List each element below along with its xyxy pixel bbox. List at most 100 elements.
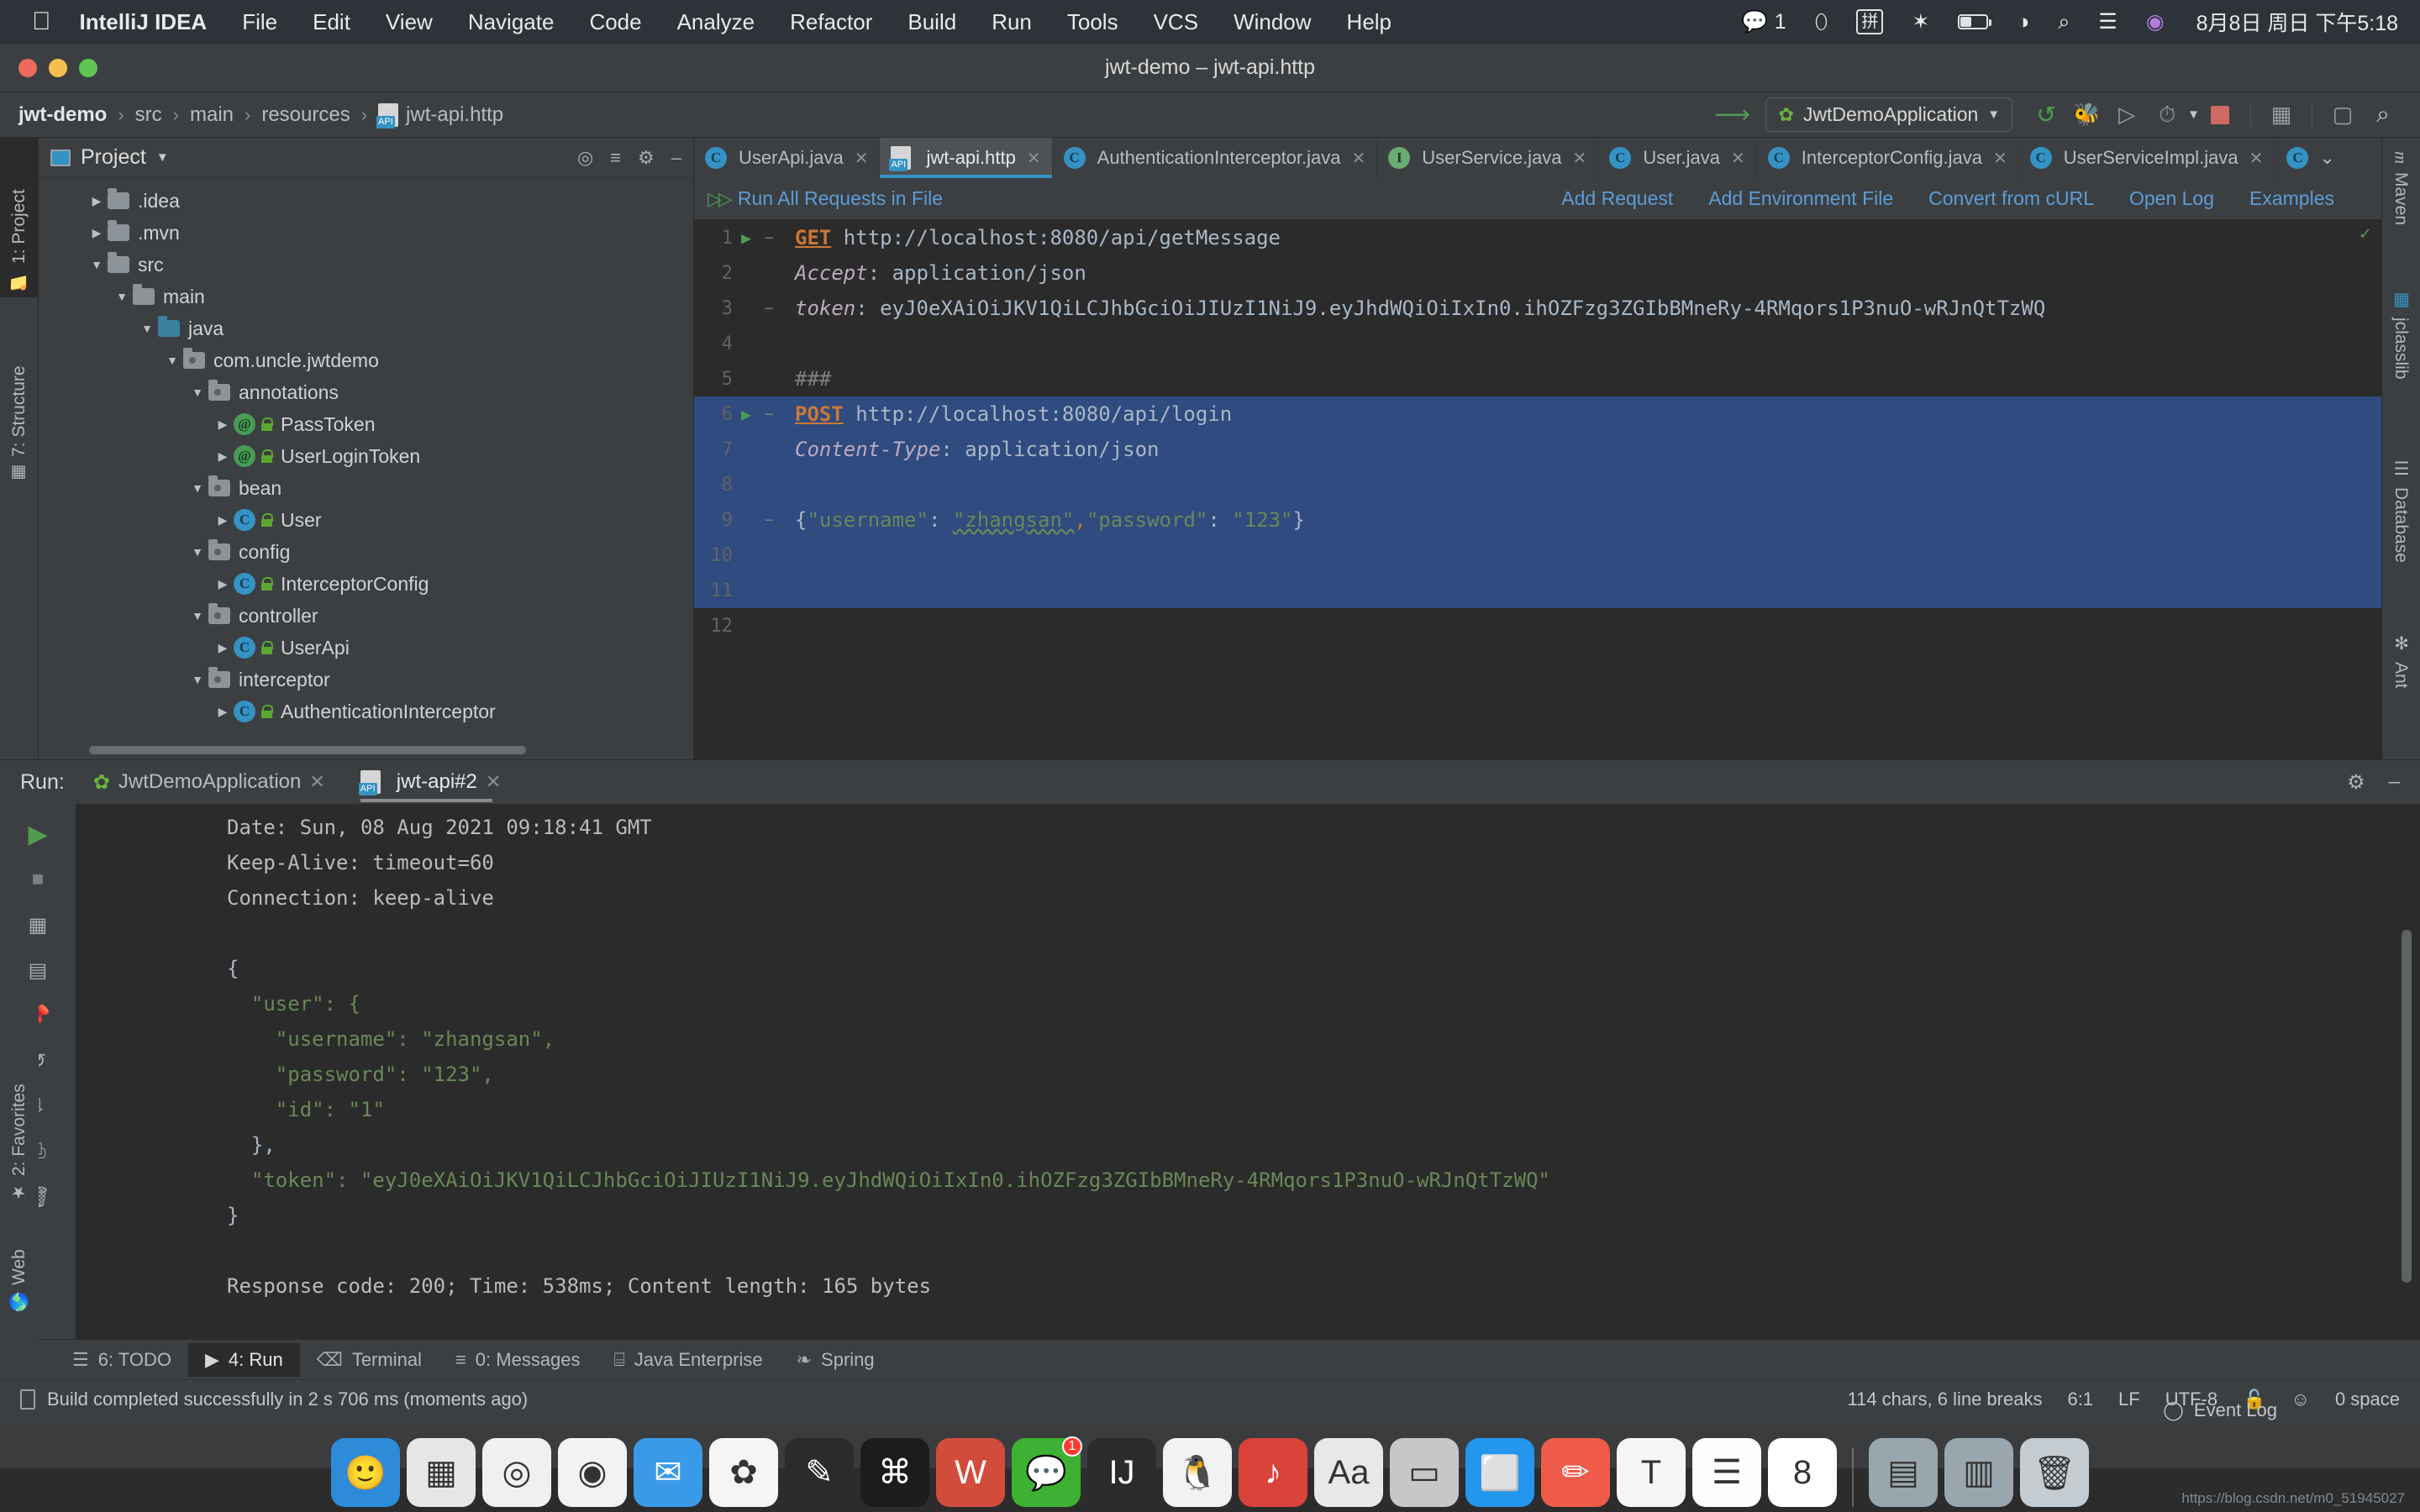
minimize-window-button[interactable] (49, 58, 67, 77)
tree-node-config[interactable]: ▼ config (39, 536, 693, 568)
dock-item-docker[interactable]: ⬜ (1465, 1438, 1534, 1507)
tree-node--idea[interactable]: ▶ .idea (39, 185, 693, 217)
hide-icon[interactable]: ‒ (2389, 770, 2400, 794)
bottom-tab-terminal[interactable]: ⌫ Terminal (300, 1343, 439, 1377)
zoom-window-button[interactable] (79, 58, 97, 77)
code-line[interactable]: 3− token: eyJ0eXAiOiJKV1QiLCJhbGciOiJIUzI… (694, 291, 2381, 326)
console-scrollbar[interactable] (2402, 930, 2412, 1283)
fold-icon[interactable]: − (765, 512, 778, 529)
chevron-down-icon[interactable]: ▼ (187, 545, 208, 559)
menu-item-help[interactable]: Help (1347, 9, 1392, 35)
battery-icon[interactable] (1958, 14, 1992, 29)
tree-node-annotations[interactable]: ▼ annotations (39, 376, 693, 408)
chevron-down-icon[interactable]: ▼ (2187, 108, 2200, 122)
dock-item-wps[interactable]: W (936, 1438, 1005, 1507)
caret-position[interactable]: 6:1 (2067, 1389, 2093, 1410)
editor-tab-userapi-java[interactable]: C UserApi.java ✕ (694, 138, 881, 178)
editor-tab-interceptorconfig-java[interactable]: C InterceptorConfig.java ✕ (1757, 138, 2019, 178)
breadcrumb-resources[interactable]: resources (261, 103, 350, 127)
tree-node-interceptor[interactable]: ▼ interceptor (39, 664, 693, 696)
menu-item-run[interactable]: Run (992, 9, 1032, 35)
settings-gear-icon[interactable]: ⚙ (638, 147, 655, 169)
macos-dock[interactable]: 🙂 ▦ ◎ ◉ ✉ ✿ ✎ ⌘ W 💬 1 IJ 🐧 ♪ Aa ▭ ⬜ ✏ T ☰ 8 ▤ ▥ 🗑 (0, 1425, 2420, 1512)
open-log-link[interactable]: Open Log (2129, 187, 2214, 210)
menu-item-view[interactable]: View (386, 9, 433, 35)
dock-item-marker[interactable]: ✏ (1541, 1438, 1610, 1507)
menu-bar-clock[interactable]: 8月8日 周日 下午5:18 (2196, 7, 2398, 37)
editor-tab-userserviceimpl-java[interactable]: C UserServiceImpl.java ✕ (2019, 138, 2275, 178)
rerun-icon[interactable]: ↺ (2032, 101, 2060, 129)
chevron-down-icon[interactable]: ▼ (156, 150, 169, 165)
menu-item-tools[interactable]: Tools (1067, 9, 1118, 35)
close-icon[interactable]: ✕ (855, 148, 869, 169)
dock-item-sketch[interactable]: ✎ (785, 1438, 854, 1507)
dock-item-launchpad[interactable]: ▦ (407, 1438, 476, 1507)
dock-item-typora[interactable]: T (1617, 1438, 1686, 1507)
dock-item-finder[interactable]: 🙂 (331, 1438, 400, 1507)
bottom-tab-todo[interactable]: ☰ 6: TODO (55, 1343, 188, 1377)
bottom-tab-messages[interactable]: ≡ 0: Messages (439, 1343, 597, 1377)
bottom-tab-spring[interactable]: ❧ Spring (780, 1343, 892, 1377)
menu-item-file[interactable]: File (242, 9, 277, 35)
open-terminal-icon[interactable]: ▢ (2328, 101, 2357, 129)
chevron-right-icon[interactable]: ▶ (212, 641, 234, 655)
collapse-all-icon[interactable]: ≡ (610, 147, 621, 169)
sidebar-item-favorites[interactable]: ★ 2: Favorites (0, 1016, 39, 1210)
code-line[interactable]: 2 Accept: application/json (694, 255, 2381, 291)
dock-item-display[interactable]: ▭ (1390, 1438, 1459, 1507)
editor-gutter[interactable]: 1 ▶ − (694, 228, 788, 249)
close-icon[interactable]: ✕ (1027, 148, 1041, 169)
run-configuration-selector[interactable]: ✿ JwtDemoApplication ▼ (1765, 97, 2013, 132)
dock-item-terminal[interactable]: ⌘ (860, 1438, 929, 1507)
code-line[interactable]: 10 (694, 538, 2381, 573)
code-line[interactable]: 11 (694, 573, 2381, 608)
close-icon[interactable]: ✕ (309, 771, 324, 793)
code-line[interactable]: 4 (694, 326, 2381, 361)
bottom-tab-run[interactable]: ▶ 4: Run (187, 1342, 300, 1377)
tree-node-passtoken[interactable]: ▶ @ PassToken (39, 408, 693, 440)
dock-item-dictionary[interactable]: Aa (1314, 1438, 1383, 1507)
chevron-down-icon[interactable]: ▼ (187, 609, 208, 622)
shield-icon[interactable]: ⬯ (1815, 10, 1828, 34)
chevron-down-icon[interactable]: ▼ (187, 673, 208, 686)
editor-gutter[interactable]: 9− (694, 510, 788, 531)
menu-item-intellij-idea[interactable]: IntelliJ IDEA (80, 9, 208, 35)
sidebar-item-maven[interactable]: m Maven (2381, 143, 2420, 269)
chevron-down-icon[interactable]: ▼ (111, 290, 133, 303)
dock-item-chrome[interactable]: ◉ (558, 1438, 627, 1507)
editor-tab-user-java[interactable]: C User.java ✕ (1598, 138, 1757, 178)
chevron-right-icon[interactable]: ▶ (212, 417, 234, 432)
hide-icon[interactable]: ‒ (671, 147, 681, 169)
input-method-icon[interactable]: 拼 (1856, 9, 1884, 34)
dock-item-downloads-stack[interactable]: ▤ (1869, 1438, 1938, 1507)
close-icon[interactable]: ✕ (1731, 148, 1745, 169)
dock-item-notes[interactable]: ☰ (1692, 1438, 1761, 1507)
search-everywhere-icon[interactable]: ⌕ (2369, 101, 2397, 129)
chevron-down-icon[interactable]: ▼ (187, 481, 208, 495)
menu-item-build[interactable]: Build (908, 9, 956, 35)
chevron-right-icon[interactable]: ▶ (86, 194, 108, 208)
wifi-icon[interactable]: ◑ (2017, 10, 2029, 34)
close-icon[interactable]: ✕ (2249, 148, 2264, 169)
editor-gutter[interactable]: 6 ▶ − (694, 404, 788, 425)
dock-item-intellij-idea[interactable]: IJ (1087, 1438, 1156, 1507)
back-arrow-icon[interactable]: ⟶ (1714, 101, 1750, 129)
code-line[interactable]: 6 ▶ − POST http://localhost:8080/api/login (694, 396, 2381, 432)
editor-gutter[interactable]: 2 (694, 263, 788, 284)
editor-gutter[interactable]: 3− (694, 298, 788, 319)
sidebar-item-ant[interactable]: ✻ Ant (2381, 625, 2420, 717)
siri-icon[interactable]: ◉ (2146, 9, 2165, 34)
dock-item-calendar[interactable]: 8 (1768, 1438, 1837, 1507)
tree-node-userlogintoken[interactable]: ▶ @ UserLoginToken (39, 440, 693, 472)
bottom-tab-java-enterprise[interactable]: ⌸ Java Enterprise (597, 1343, 780, 1377)
search-icon[interactable]: ⌕ (2058, 10, 2070, 34)
menu-item-vcs[interactable]: VCS (1154, 9, 1198, 35)
tree-node-java[interactable]: ▼ java (39, 312, 693, 344)
restore-layout-icon[interactable]: ▦ (19, 906, 56, 943)
run-tab-jwtdemoapplication[interactable]: ✿ JwtDemoApplication ✕ (87, 762, 332, 803)
chevron-right-icon[interactable]: ▶ (212, 513, 234, 528)
menu-item-code[interactable]: Code (589, 9, 641, 35)
indent-setting[interactable]: 0 space (2335, 1389, 2400, 1410)
layout-icon[interactable]: ▤ (19, 952, 56, 989)
fold-icon[interactable]: − (765, 229, 778, 247)
